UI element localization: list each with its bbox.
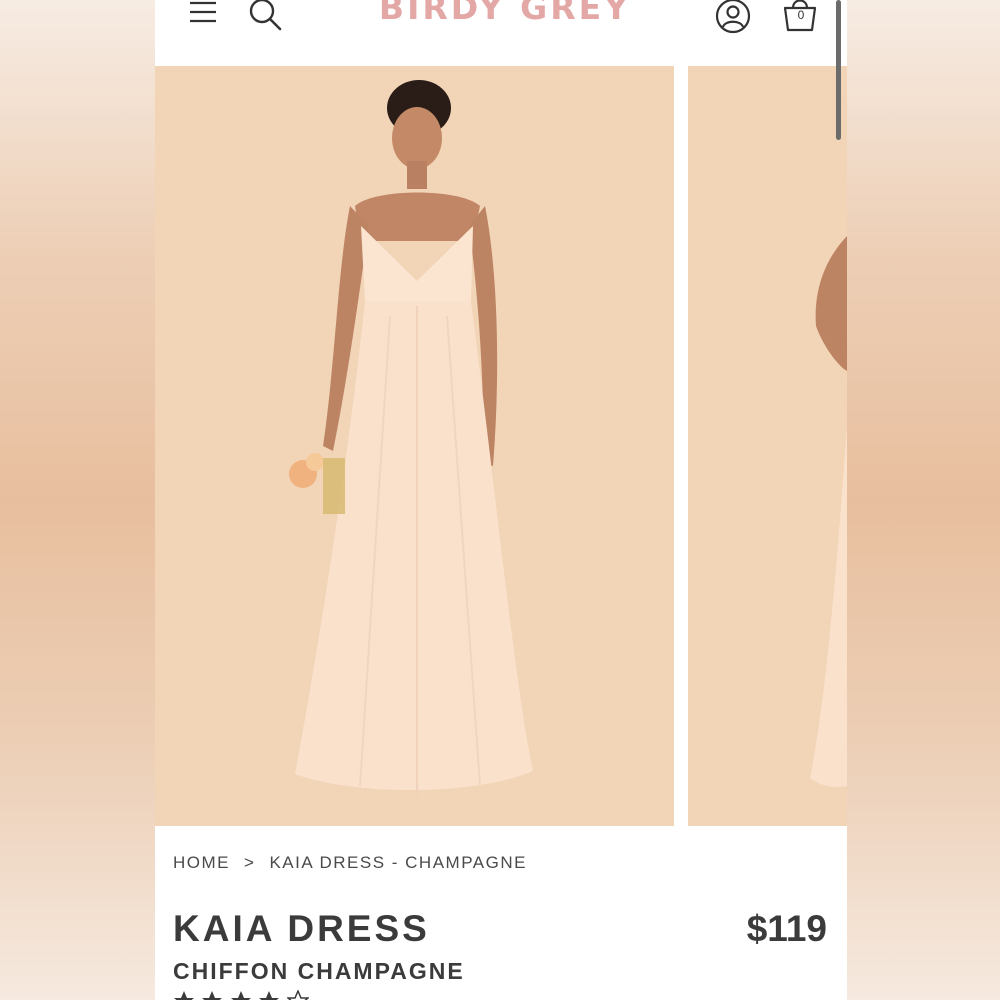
- breadcrumb-home-link[interactable]: HOME: [173, 853, 230, 873]
- product-title: KAIA DRESS: [173, 908, 430, 949]
- background-blur-right: [847, 0, 1000, 1000]
- scrollbar-thumb[interactable]: [836, 0, 841, 140]
- rating-stars[interactable]: [173, 990, 311, 1000]
- site-header: BIRDY GREY 0: [155, 0, 847, 66]
- product-price: $119: [746, 908, 827, 949]
- star-icon: [259, 991, 280, 1000]
- background-blur-left: [0, 0, 155, 1000]
- search-icon[interactable]: [247, 0, 283, 32]
- model-back-view-image: [810, 236, 847, 788]
- hamburger-menu-icon[interactable]: [187, 0, 219, 26]
- product-image-next[interactable]: [688, 66, 847, 826]
- product-gallery[interactable]: [155, 66, 847, 826]
- cart-count-badge: 0: [797, 8, 805, 22]
- star-icon: [230, 991, 251, 1000]
- brand-logo[interactable]: BIRDY GREY: [355, 0, 655, 27]
- product-image-main[interactable]: [155, 66, 674, 826]
- breadcrumb: HOME > KAIA DRESS - CHAMPAGNE: [173, 853, 527, 873]
- star-icon: [202, 991, 223, 1000]
- breadcrumb-separator: >: [244, 853, 256, 872]
- mobile-page: BIRDY GREY 0 HOME > KAIA DRESS - CHAMPAG…: [155, 0, 847, 1000]
- product-subtitle: CHIFFON CHAMPAGNE: [173, 958, 465, 984]
- user-account-icon[interactable]: [713, 0, 753, 36]
- model-in-dress-image: [289, 80, 533, 796]
- breadcrumb-current: KAIA DRESS - CHAMPAGNE: [269, 853, 527, 872]
- star-icon: [174, 991, 194, 1000]
- star-half-icon: [286, 990, 309, 1000]
